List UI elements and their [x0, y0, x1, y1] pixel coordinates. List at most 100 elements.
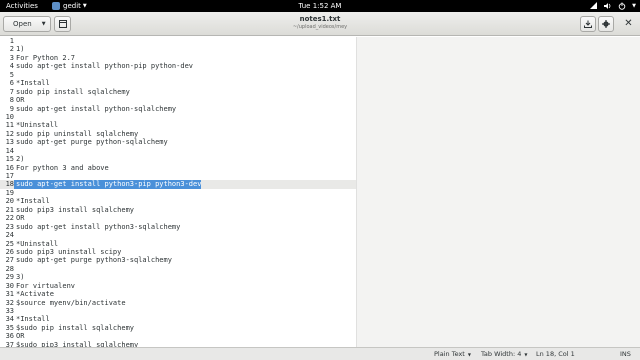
editor-line[interactable]: 6 *Install: [0, 79, 356, 87]
line-number: 14: [5, 146, 14, 155]
editor-line[interactable]: 10: [0, 113, 356, 121]
editor-line[interactable]: 19: [0, 189, 356, 197]
editor-line[interactable]: 34 *Install: [0, 315, 356, 323]
line-text[interactable]: [14, 231, 16, 239]
line-text[interactable]: 3): [14, 273, 24, 281]
line-text[interactable]: sudo pip3 uninstall scipy: [14, 248, 121, 256]
line-text[interactable]: *Install: [14, 197, 50, 205]
line-text[interactable]: [14, 265, 16, 273]
clock[interactable]: Tue 1:52 AM: [0, 0, 640, 12]
document-title: notes1.txt: [299, 15, 341, 23]
editor-line[interactable]: 3 For Python 2.7: [0, 54, 356, 62]
line-number: 26: [5, 247, 14, 256]
line-text[interactable]: $source myenv/bin/activate: [14, 299, 126, 307]
editor-line[interactable]: 35 $sudo pip install sqlalchemy: [0, 324, 356, 332]
editor-line[interactable]: 9 sudo apt-get install python-sqlalchemy: [0, 105, 356, 113]
line-text[interactable]: For python 3 and above: [14, 164, 109, 172]
editor-line[interactable]: 29 3): [0, 273, 356, 281]
line-text[interactable]: OR: [14, 96, 24, 104]
line-number: 27: [5, 256, 14, 265]
line-number: 25: [5, 239, 14, 248]
editor-line[interactable]: 27 sudo apt-get purge python3-sqlalchemy: [0, 256, 356, 264]
text-editor[interactable]: 1 2 1) 3 For Python 2.7 4 sudo apt-get install…: [0, 37, 640, 347]
line-text[interactable]: sudo apt-get purge python3-sqlalchemy: [14, 256, 172, 264]
line-text[interactable]: 1): [14, 45, 24, 53]
line-text[interactable]: [14, 172, 16, 180]
line-number: 28: [5, 264, 14, 273]
line-text[interactable]: $sudo pip install sqlalchemy: [14, 324, 134, 332]
window-title: notes1.txt ~/upload_videos/mey: [0, 15, 640, 31]
line-text[interactable]: OR: [14, 214, 24, 222]
line-number: 29: [5, 273, 14, 282]
editor-line[interactable]: 15 2): [0, 155, 356, 163]
system-tray[interactable]: ▼: [590, 0, 636, 12]
editor-line[interactable]: 17: [0, 172, 356, 180]
line-text[interactable]: [14, 37, 16, 45]
save-button[interactable]: [580, 16, 596, 32]
editor-line[interactable]: 18 sudo apt-get install python3-pip pytho…: [0, 180, 356, 189]
line-text[interactable]: sudo apt-get install python-sqlalchemy: [14, 105, 176, 113]
editor-line[interactable]: 5: [0, 71, 356, 79]
editor-line[interactable]: 28: [0, 265, 356, 273]
editor-line[interactable]: 25 *Uninstall: [0, 240, 356, 248]
editor-line[interactable]: 21 sudo pip3 install sqlalchemy: [0, 206, 356, 214]
tab-width-selector[interactable]: Tab Width: 4 ▼: [481, 348, 527, 360]
editor-line[interactable]: 33: [0, 307, 356, 315]
editor-line[interactable]: 20 *Install: [0, 197, 356, 205]
line-text[interactable]: *Install: [14, 315, 50, 323]
line-text[interactable]: sudo pip install sqlalchemy: [14, 88, 130, 96]
language-selector[interactable]: Plain Text ▼: [434, 348, 471, 360]
line-number: 21: [5, 205, 14, 214]
line-text[interactable]: [14, 189, 16, 197]
line-text[interactable]: For Python 2.7: [14, 54, 75, 62]
editor-line[interactable]: 13 sudo apt-get purge python-sqlalchemy: [0, 138, 356, 146]
header-bar: Open ▼ notes1.txt ~/upload_videos/mey ✕: [0, 12, 640, 36]
editor-line[interactable]: 31 *Activate: [0, 290, 356, 298]
editor-line[interactable]: 14: [0, 147, 356, 155]
text-lines[interactable]: 1 2 1) 3 For Python 2.7 4 sudo apt-get install…: [0, 37, 356, 347]
line-number: 24: [5, 231, 14, 240]
editor-line[interactable]: 32 $source myenv/bin/activate: [0, 299, 356, 307]
line-text[interactable]: [14, 307, 16, 315]
line-text[interactable]: OR: [14, 332, 24, 340]
line-text[interactable]: sudo pip uninstall sqlalchemy: [14, 130, 138, 138]
selected-line-text[interactable]: sudo apt-get install python3-pip python3…: [14, 180, 202, 189]
line-text[interactable]: For virtualenv: [14, 282, 75, 290]
download-save-icon: [584, 20, 592, 28]
editor-line[interactable]: 11 *Uninstall: [0, 121, 356, 129]
editor-line[interactable]: 26 sudo pip3 uninstall scipy: [0, 248, 356, 256]
menu-button[interactable]: [598, 16, 614, 32]
line-number: 2: [9, 45, 14, 54]
line-text[interactable]: sudo apt-get install python3-sqlalchemy: [14, 223, 180, 231]
editor-line[interactable]: 23 sudo apt-get install python3-sqlalchem…: [0, 223, 356, 231]
editor-line[interactable]: 4 sudo apt-get install python-pip python-…: [0, 62, 356, 70]
line-text[interactable]: [14, 113, 16, 121]
editor-line[interactable]: 2 1): [0, 45, 356, 53]
editor-line[interactable]: 24: [0, 231, 356, 239]
line-number: 3: [9, 53, 14, 62]
line-number: 32: [5, 298, 14, 307]
line-text[interactable]: [14, 147, 16, 155]
line-text[interactable]: sudo pip3 install sqlalchemy: [14, 206, 134, 214]
editor-line[interactable]: 36 OR: [0, 332, 356, 340]
line-text[interactable]: *Activate: [14, 290, 54, 298]
line-text[interactable]: sudo apt-get install python-pip python-d…: [14, 62, 193, 70]
line-text[interactable]: 2): [14, 155, 24, 163]
line-text[interactable]: sudo apt-get purge python-sqlalchemy: [14, 138, 168, 146]
close-icon[interactable]: ✕: [623, 19, 634, 30]
document-path: ~/upload_videos/mey: [292, 24, 348, 30]
network-icon: [590, 2, 598, 9]
editor-line[interactable]: 30 For virtualenv: [0, 282, 356, 290]
editor-line[interactable]: 16 For python 3 and above: [0, 164, 356, 172]
line-number: 31: [5, 290, 14, 299]
line-text[interactable]: *Uninstall: [14, 121, 58, 129]
gear-icon: [602, 20, 610, 28]
editor-line[interactable]: 7 sudo pip install sqlalchemy: [0, 88, 356, 96]
editor-line[interactable]: 12 sudo pip uninstall sqlalchemy: [0, 130, 356, 138]
editor-line[interactable]: 8 OR: [0, 96, 356, 104]
line-text[interactable]: [14, 71, 16, 79]
line-text[interactable]: *Install: [14, 79, 50, 87]
line-text[interactable]: *Uninstall: [14, 240, 58, 248]
editor-line[interactable]: 1: [0, 37, 356, 45]
editor-line[interactable]: 22 OR: [0, 214, 356, 222]
